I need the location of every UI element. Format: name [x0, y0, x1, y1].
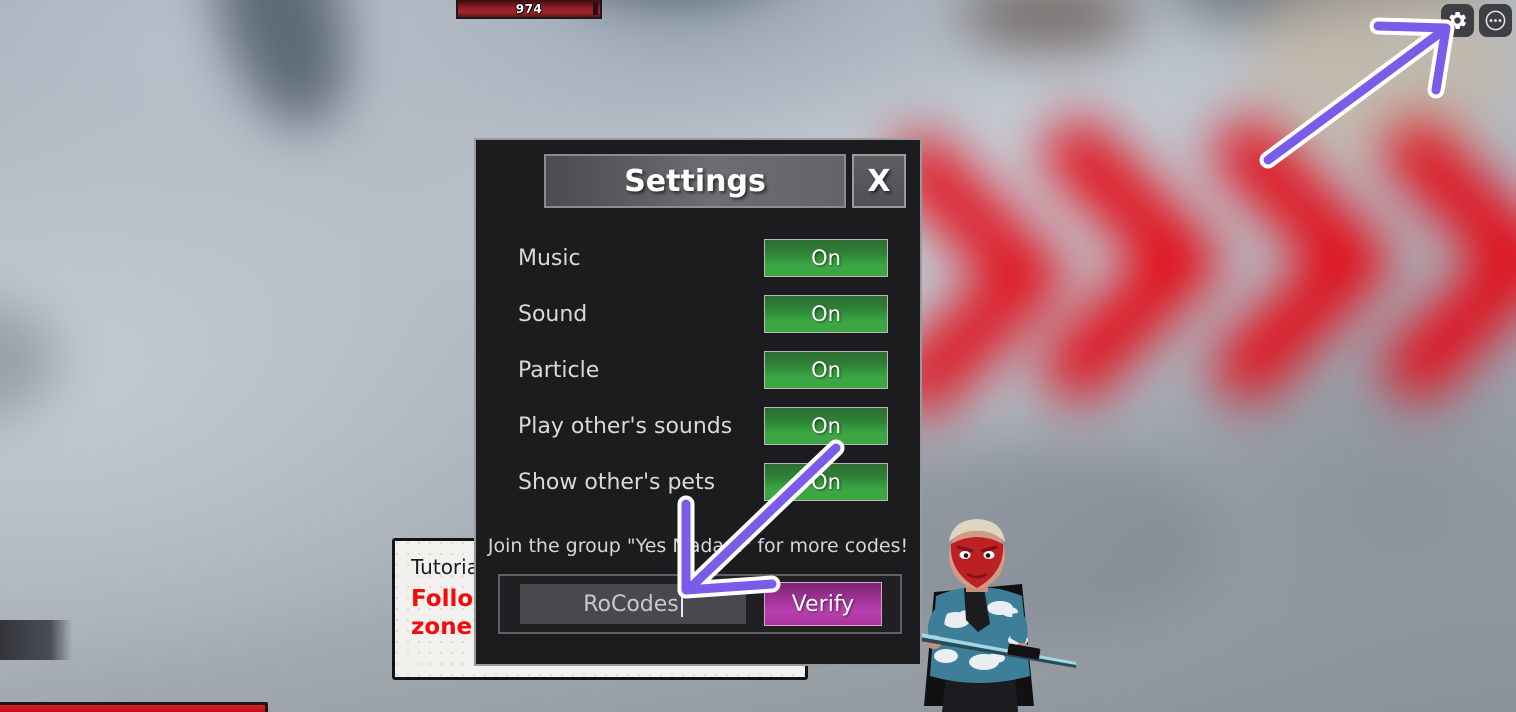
hud-bar-tail	[593, 2, 598, 15]
setting-row-particle: Particle On	[476, 342, 920, 398]
hud-top-progress-bar: 974	[456, 0, 602, 19]
settings-dialog-title: Settings	[624, 163, 766, 199]
settings-dialog: Settings X Music On Sound On Particle On…	[474, 138, 922, 666]
toggle-value: On	[811, 470, 841, 494]
settings-rows: Music On Sound On Particle On Play other…	[476, 230, 920, 510]
toggle-music[interactable]: On	[764, 239, 888, 277]
setting-row-show-others-pets: Show other's pets On	[476, 454, 920, 510]
code-redeem-container: RoCodes Verify	[498, 574, 902, 634]
toggle-value: On	[811, 302, 841, 326]
setting-row-play-others-sounds: Play other's sounds On	[476, 398, 920, 454]
gear-icon	[1447, 10, 1468, 31]
settings-gear-button[interactable]	[1441, 4, 1474, 37]
hud-top-bar-value: 974	[515, 1, 543, 16]
toggle-sound[interactable]: On	[764, 295, 888, 333]
code-input-value: RoCodes	[583, 591, 679, 617]
text-caret	[680, 591, 683, 617]
group-invite-note: Join the group "Yes Madam" for more code…	[487, 535, 909, 557]
verify-button[interactable]: Verify	[764, 582, 882, 626]
setting-label: Sound	[518, 301, 588, 327]
close-button[interactable]: X	[852, 154, 906, 208]
setting-label: Music	[518, 245, 581, 271]
toggle-value: On	[811, 246, 841, 270]
setting-row-sound: Sound On	[476, 286, 920, 342]
verify-label: Verify	[791, 591, 855, 617]
toggle-value: On	[811, 358, 841, 382]
ellipsis-icon	[1484, 9, 1507, 32]
setting-row-music: Music On	[476, 230, 920, 286]
toggle-particle[interactable]: On	[764, 351, 888, 389]
toggle-value: On	[811, 414, 841, 438]
settings-dialog-header: Settings	[544, 154, 846, 208]
close-icon: X	[867, 163, 891, 199]
hud-left-panel	[0, 620, 72, 660]
setting-label: Play other's sounds	[518, 413, 733, 439]
toggle-show-others-pets[interactable]: On	[764, 463, 888, 501]
toggle-play-others-sounds[interactable]: On	[764, 407, 888, 445]
code-input[interactable]: RoCodes	[520, 584, 746, 624]
hud-health-bar	[0, 702, 268, 712]
setting-label: Particle	[518, 357, 600, 383]
more-options-button[interactable]	[1479, 4, 1512, 37]
setting-label: Show other's pets	[518, 469, 716, 495]
game-screen: 974 Tutorial Follow zone t Settings X Mu…	[0, 0, 1516, 712]
